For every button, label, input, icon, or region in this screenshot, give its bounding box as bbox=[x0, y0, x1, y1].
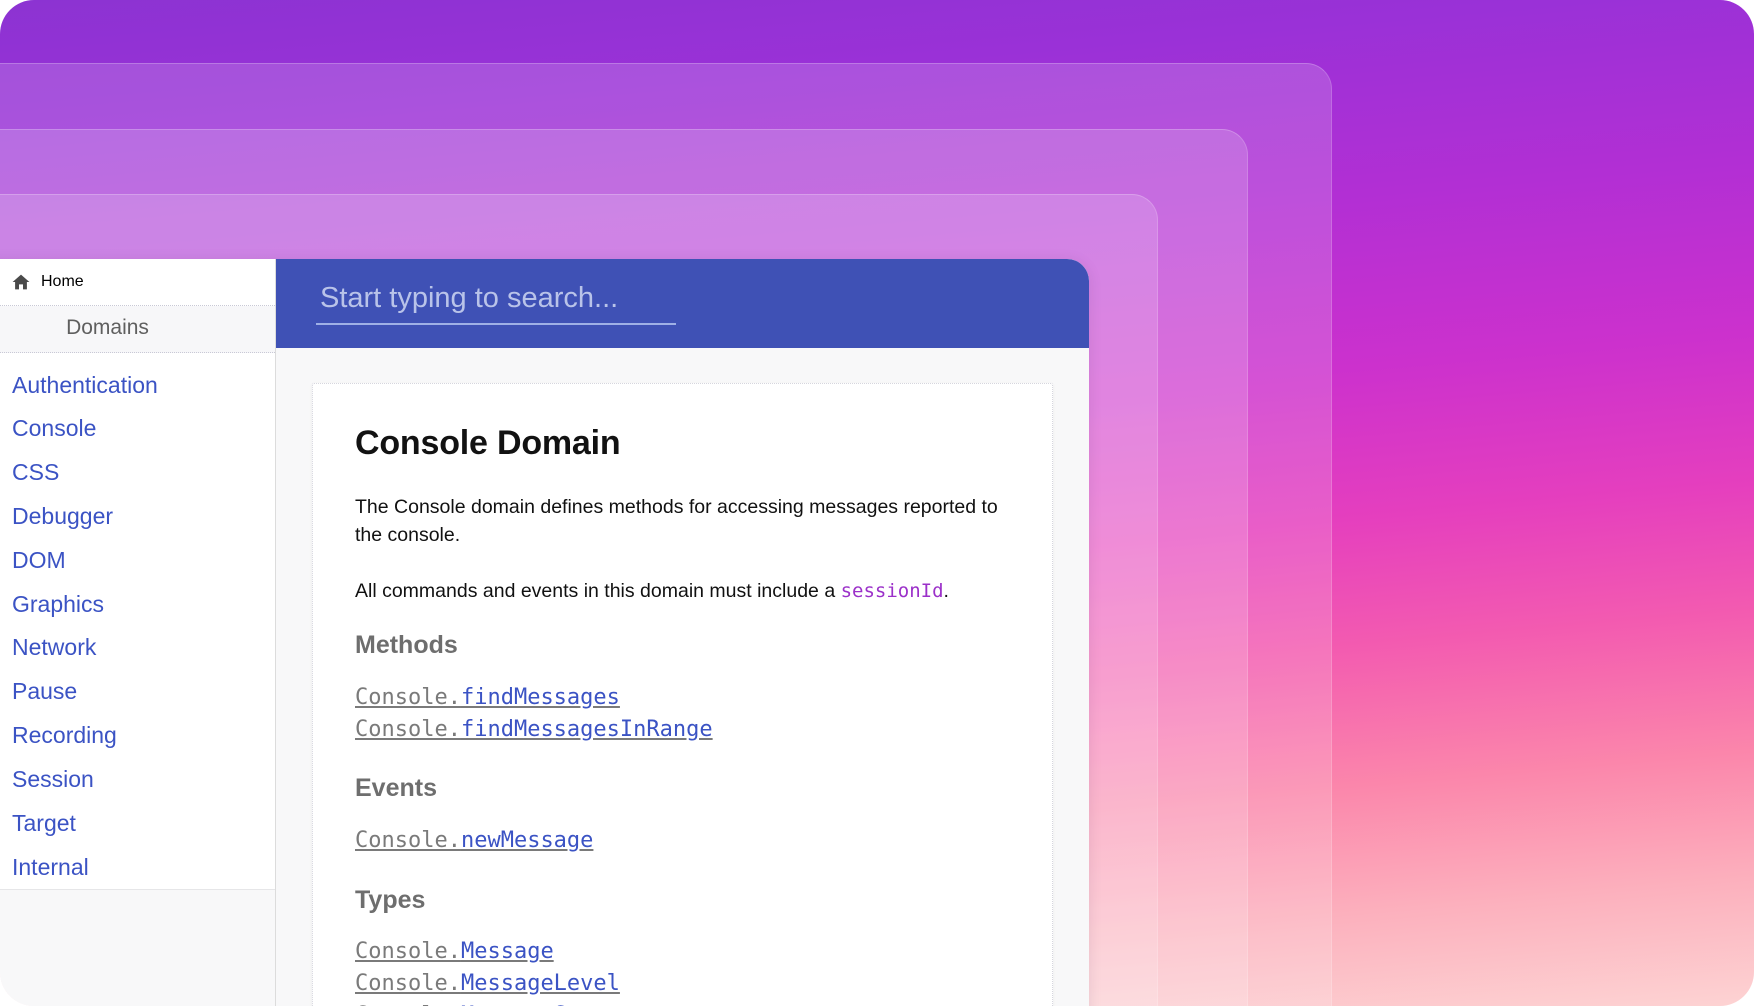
api-link-prefix: Console. bbox=[355, 685, 461, 710]
gradient-surface: Home Domains AuthenticationConsoleCSSDeb… bbox=[0, 0, 1754, 1006]
sidebar-item-dom[interactable]: DOM bbox=[0, 538, 275, 582]
doc-paragraph-session-before: All commands and events in this domain m… bbox=[355, 580, 841, 602]
link-group-methods: Console.findMessagesConsole.findMessages… bbox=[355, 682, 1010, 746]
sidebar: Home Domains AuthenticationConsoleCSSDeb… bbox=[0, 259, 276, 1006]
section-heading-methods: Methods bbox=[355, 632, 1010, 660]
api-link-findmessages[interactable]: Console.findMessages bbox=[355, 682, 1010, 714]
sidebar-item-console[interactable]: Console bbox=[0, 407, 275, 451]
main-column: Console Domain The Console domain define… bbox=[276, 259, 1089, 1006]
doc-paragraph-session-after: . bbox=[944, 580, 949, 602]
sidebar-item-network[interactable]: Network bbox=[0, 626, 275, 670]
api-link-member: newMessage bbox=[461, 828, 593, 853]
api-link-member: findMessagesInRange bbox=[461, 717, 713, 742]
sidebar-empty-area bbox=[0, 889, 275, 1006]
sidebar-item-graphics[interactable]: Graphics bbox=[0, 582, 275, 626]
app-window: Home Domains AuthenticationConsoleCSSDeb… bbox=[0, 259, 1089, 1006]
sidebar-item-internal[interactable]: Internal bbox=[0, 845, 275, 889]
api-link-messagelevel[interactable]: Console.MessageLevel bbox=[355, 968, 1010, 1000]
sidebar-domain-list: AuthenticationConsoleCSSDebuggerDOMGraph… bbox=[0, 353, 275, 889]
section-heading-types: Types bbox=[355, 887, 1010, 915]
sidebar-item-home[interactable]: Home bbox=[0, 259, 275, 306]
api-link-member: findMessages bbox=[461, 685, 620, 710]
api-link-findmessagesinrange[interactable]: Console.findMessagesInRange bbox=[355, 714, 1010, 746]
api-link-prefix: Console. bbox=[355, 939, 461, 964]
api-link-messagesource[interactable]: Console.MessageSource bbox=[355, 1000, 1010, 1006]
sidebar-item-recording[interactable]: Recording bbox=[0, 714, 275, 758]
page-title: Console Domain bbox=[355, 424, 1010, 463]
doc-paragraph-intro: The Console domain defines methods for a… bbox=[355, 493, 1010, 550]
api-link-member: Message bbox=[461, 939, 554, 964]
search-header bbox=[276, 259, 1089, 348]
sidebar-item-target[interactable]: Target bbox=[0, 801, 275, 845]
sidebar-item-authentication[interactable]: Authentication bbox=[0, 363, 275, 407]
link-group-events: Console.newMessage bbox=[355, 825, 1010, 857]
section-heading-events: Events bbox=[355, 775, 1010, 803]
api-link-member: MessageLevel bbox=[461, 971, 620, 996]
api-link-message[interactable]: Console.Message bbox=[355, 936, 1010, 968]
sidebar-item-session[interactable]: Session bbox=[0, 757, 275, 801]
search-input[interactable] bbox=[316, 282, 676, 325]
content-scroll-area[interactable]: Console Domain The Console domain define… bbox=[276, 348, 1089, 1006]
doc-paragraph-session: All commands and events in this domain m… bbox=[355, 577, 1010, 606]
page-backdrop: Home Domains AuthenticationConsoleCSSDeb… bbox=[0, 0, 1754, 1006]
api-link-prefix: Console. bbox=[355, 971, 461, 996]
documentation-card: Console Domain The Console domain define… bbox=[312, 383, 1053, 1006]
sidebar-home-label: Home bbox=[41, 273, 84, 291]
api-link-newmessage[interactable]: Console.newMessage bbox=[355, 825, 1010, 857]
sidebar-item-css[interactable]: CSS bbox=[0, 451, 275, 495]
link-group-types: Console.MessageConsole.MessageLevelConso… bbox=[355, 936, 1010, 1006]
api-link-prefix: Console. bbox=[355, 828, 461, 853]
sidebar-item-debugger[interactable]: Debugger bbox=[0, 494, 275, 538]
sidebar-item-pause[interactable]: Pause bbox=[0, 670, 275, 714]
inline-code-sessionid: sessionId bbox=[841, 580, 944, 602]
doc-sections: MethodsConsole.findMessagesConsole.findM… bbox=[355, 632, 1010, 1006]
home-icon bbox=[12, 274, 30, 290]
api-link-prefix: Console. bbox=[355, 717, 461, 742]
sidebar-section-header-domains: Domains bbox=[0, 306, 275, 353]
